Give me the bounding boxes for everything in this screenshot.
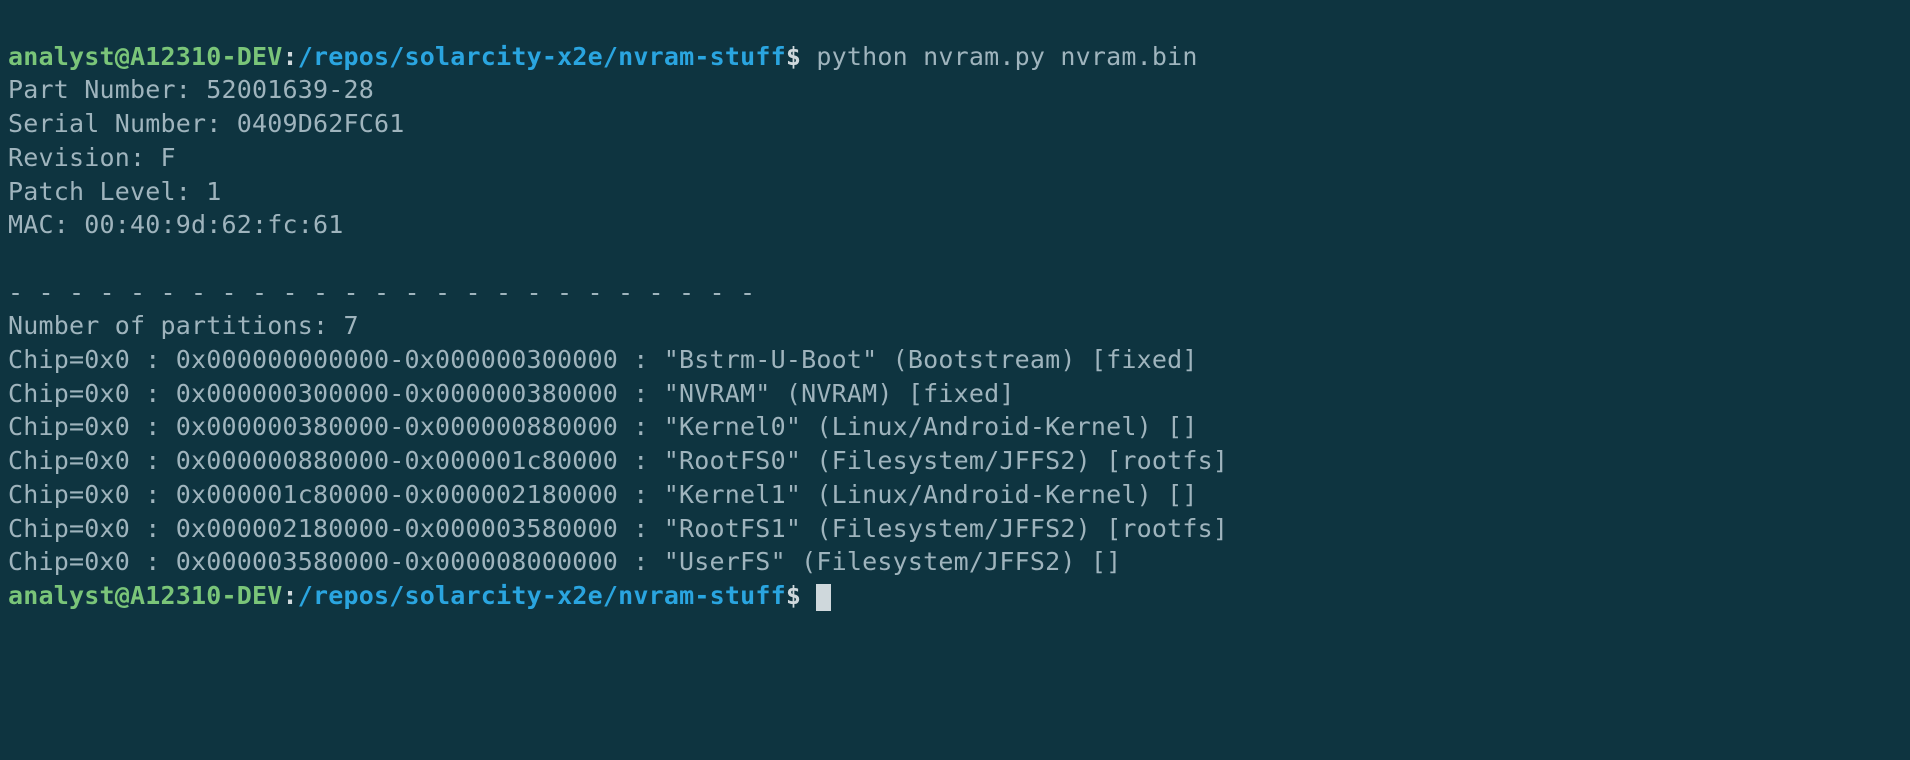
output-partition-3: Chip=0x0 : 0x000000880000-0x000001c80000… — [8, 446, 1228, 475]
output-revision: Revision: F — [8, 143, 176, 172]
cursor-icon — [816, 584, 831, 611]
output-partition-5: Chip=0x0 : 0x000002180000-0x000003580000… — [8, 514, 1228, 543]
prompt-dollar: $ — [786, 581, 817, 610]
output-partition-0: Chip=0x0 : 0x000000000000-0x000000300000… — [8, 345, 1198, 374]
prompt-line-1: analyst@A12310-DEV:/repos/solarcity-x2e/… — [8, 42, 1198, 71]
prompt-colon: : — [283, 581, 298, 610]
output-serial-number: Serial Number: 0409D62FC61 — [8, 109, 405, 138]
prompt-dollar: $ — [786, 42, 817, 71]
command-text: python nvram.py nvram.bin — [816, 42, 1197, 71]
prompt-path: /repos/solarcity-x2e/nvram-stuff — [298, 42, 786, 71]
output-partition-2: Chip=0x0 : 0x000000380000-0x000000880000… — [8, 412, 1198, 441]
prompt-line-2[interactable]: analyst@A12310-DEV:/repos/solarcity-x2e/… — [8, 581, 831, 610]
prompt-user-host: analyst@A12310-DEV — [8, 581, 283, 610]
terminal[interactable]: analyst@A12310-DEV:/repos/solarcity-x2e/… — [0, 0, 1910, 619]
output-part-number: Part Number: 52001639-28 — [8, 75, 374, 104]
output-patch-level: Patch Level: 1 — [8, 177, 222, 206]
output-mac: MAC: 00:40:9d:62:fc:61 — [8, 210, 344, 239]
prompt-path: /repos/solarcity-x2e/nvram-stuff — [298, 581, 786, 610]
prompt-user-host: analyst@A12310-DEV — [8, 42, 283, 71]
output-partitions-header: Number of partitions: 7 — [8, 311, 359, 340]
output-separator: - - - - - - - - - - - - - - - - - - - - … — [8, 278, 755, 307]
prompt-colon: : — [283, 42, 298, 71]
output-partition-4: Chip=0x0 : 0x000001c80000-0x000002180000… — [8, 480, 1198, 509]
output-partition-6: Chip=0x0 : 0x000003580000-0x000008000000… — [8, 547, 1121, 576]
output-partition-1: Chip=0x0 : 0x000000300000-0x000000380000… — [8, 379, 1015, 408]
